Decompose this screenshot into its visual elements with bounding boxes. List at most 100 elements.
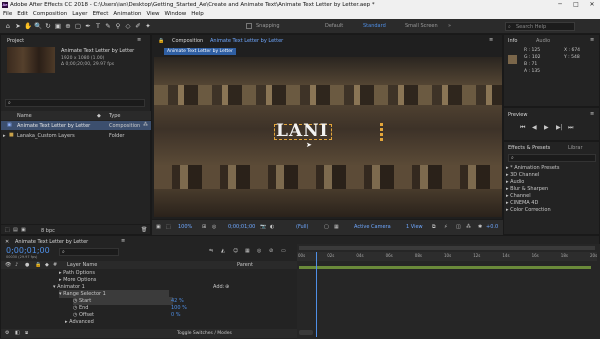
comp-mini-flowchart-icon[interactable]: ⇋	[209, 248, 213, 254]
comp-menu-icon[interactable]: ≡	[489, 37, 493, 43]
preview-menu-icon[interactable]: ≡	[590, 111, 594, 117]
exposure-icon[interactable]: ✱	[478, 224, 482, 230]
project-search-input[interactable]: ⌕	[5, 99, 145, 107]
menu-help[interactable]: Help	[191, 10, 204, 19]
fast-preview-icon[interactable]: ⚡	[444, 224, 448, 230]
graph-editor-icon[interactable]: ⊘	[269, 248, 273, 254]
transfer-controls-icon[interactable]: ◧	[15, 330, 20, 336]
comp-tab[interactable]: Animate Text Letter by Letter	[210, 38, 283, 44]
lock-icon[interactable]: 🔒	[158, 38, 164, 44]
snapping-checkbox[interactable]	[246, 23, 252, 29]
eye-icon[interactable]: 👁	[5, 262, 11, 268]
bpc-label[interactable]: 8 bpc	[41, 228, 55, 234]
snapshot-icon[interactable]: ◎	[212, 224, 216, 230]
effects-tab[interactable]: Effects & Presets	[508, 145, 550, 151]
timeline-tab[interactable]: Animate Text Letter by Letter	[15, 239, 88, 245]
shy-icon[interactable]: ☺	[233, 248, 238, 254]
timeline-zoom-slider[interactable]	[299, 330, 313, 335]
motion-blur-icon[interactable]: ◎	[257, 248, 261, 254]
work-area-bar[interactable]	[299, 246, 595, 250]
show-channel-icon[interactable]: ◐	[270, 224, 274, 230]
column-type[interactable]: Type	[109, 113, 120, 119]
timeline-menu-icon[interactable]: ≡	[121, 238, 125, 244]
comp-viewer[interactable]: LANI ➤	[154, 57, 502, 217]
rotate-tool-icon[interactable]: ↻	[44, 22, 52, 30]
camera-tool-icon[interactable]: ▣	[54, 22, 62, 30]
property-row[interactable]: ▸ Advanced	[65, 318, 94, 326]
menu-window[interactable]: Window	[165, 10, 187, 19]
column-name[interactable]: Name	[17, 113, 32, 119]
first-frame-icon[interactable]: ⏮	[520, 124, 525, 132]
transparency-grid-icon[interactable]: ▦	[334, 224, 339, 230]
workspace-default[interactable]: Default	[325, 23, 343, 29]
timeline-timecode[interactable]: 0;00;01;00	[6, 246, 50, 255]
timeline-icon[interactable]: ◫	[456, 224, 461, 230]
play-icon[interactable]: ▶	[544, 124, 549, 131]
menu-view[interactable]: View	[146, 10, 159, 19]
home-icon[interactable]: ⌂	[4, 22, 12, 30]
solo-icon[interactable]: ●	[25, 262, 29, 268]
pen-tool-icon[interactable]: ✒	[84, 22, 92, 30]
puppet-tool-icon[interactable]: ✦	[144, 22, 152, 30]
exposure-value[interactable]: +0.0	[486, 224, 498, 230]
menu-composition[interactable]: Composition	[33, 10, 67, 19]
camera-snapshot-icon[interactable]: 📷	[260, 224, 266, 230]
menu-file[interactable]: File	[3, 10, 12, 19]
number-icon[interactable]: #	[53, 262, 57, 268]
trash-icon[interactable]: 🗑	[141, 227, 147, 233]
comp-subtab[interactable]: Animate Text Letter by Letter	[164, 48, 236, 55]
time-ruler[interactable]: 00s 02s 04s 06s 08s 10s 12s 14s 16s 18s 20s	[297, 252, 597, 261]
frame-blending-icon[interactable]: ▦	[245, 248, 250, 254]
menu-animation[interactable]: Animation	[113, 10, 141, 19]
draft-3d-icon[interactable]: ◭	[221, 248, 225, 254]
project-row-comp[interactable]: ▣ Animate Text Letter by Letter Composit…	[1, 121, 152, 130]
new-folder-icon[interactable]: ▤	[13, 227, 18, 233]
expand-arrow-icon[interactable]: ▸	[3, 133, 6, 139]
chart-icon[interactable]: ▭	[281, 248, 286, 254]
audio-tab[interactable]: Audio	[536, 38, 550, 44]
preview-tab[interactable]: Preview	[508, 112, 527, 118]
workspace-more-icon[interactable]: »	[448, 23, 451, 29]
selection-tool-icon[interactable]: ➤	[14, 22, 22, 30]
menu-effect[interactable]: Effect	[93, 10, 109, 19]
workspace-small-screen[interactable]: Small Screen	[405, 23, 438, 29]
timeline-search-input[interactable]: ⌕	[59, 248, 119, 256]
rectangle-tool-icon[interactable]: ▢	[74, 22, 82, 30]
minimize-button[interactable]: ─	[552, 0, 568, 10]
in-out-icon[interactable]: ⧈	[25, 330, 28, 336]
prev-frame-icon[interactable]: ◀	[532, 124, 537, 131]
next-frame-icon[interactable]: ▶|	[556, 124, 563, 131]
guides-icon[interactable]: ⬚	[166, 224, 171, 230]
column-layer-name[interactable]: Layer Name	[67, 262, 97, 268]
eraser-tool-icon[interactable]: ◇	[124, 22, 132, 30]
close-button[interactable]: ✕	[584, 0, 600, 10]
zoom-tool-icon[interactable]: 🔍	[34, 22, 42, 30]
tag-icon[interactable]: ◆	[97, 113, 101, 119]
maximize-button[interactable]: □	[568, 0, 584, 10]
project-row-folder[interactable]: ▸ ■ Lanaka_Custom Layers Folder	[1, 131, 152, 140]
roto-brush-tool-icon[interactable]: ✐	[134, 22, 142, 30]
offset-value[interactable]: 0 %	[171, 311, 181, 319]
label-icon[interactable]: ◆	[45, 262, 49, 268]
effects-item[interactable]: ▸ Color Correction	[506, 206, 551, 214]
brush-tool-icon[interactable]: ✎	[104, 22, 112, 30]
effects-search-input[interactable]: ⌕	[508, 154, 596, 162]
current-time-indicator[interactable]	[315, 252, 317, 337]
pixel-aspect-icon[interactable]: ⧉	[432, 224, 436, 230]
text-tool-icon[interactable]: T	[94, 22, 102, 30]
always-preview-icon[interactable]: ▣	[156, 224, 161, 230]
close-icon[interactable]: ✕	[5, 239, 9, 245]
project-tab[interactable]: Project	[7, 38, 24, 44]
clone-stamp-tool-icon[interactable]: ⚲	[114, 22, 122, 30]
zoom-select[interactable]: 100%	[178, 224, 192, 230]
new-comp-icon[interactable]: ▣	[21, 227, 26, 233]
menu-edit[interactable]: Edit	[17, 10, 28, 19]
last-frame-icon[interactable]: ⏭	[568, 124, 573, 132]
interpret-footage-icon[interactable]: ⬚	[5, 227, 10, 233]
audio-icon[interactable]: ♪	[15, 262, 18, 268]
libraries-tab[interactable]: Librar	[568, 145, 583, 151]
hand-tool-icon[interactable]: ✋	[24, 22, 32, 30]
camera-select[interactable]: Active Camera	[354, 224, 391, 230]
lock-icon[interactable]: 🔒	[35, 262, 41, 268]
column-parent[interactable]: Parent	[237, 262, 253, 268]
